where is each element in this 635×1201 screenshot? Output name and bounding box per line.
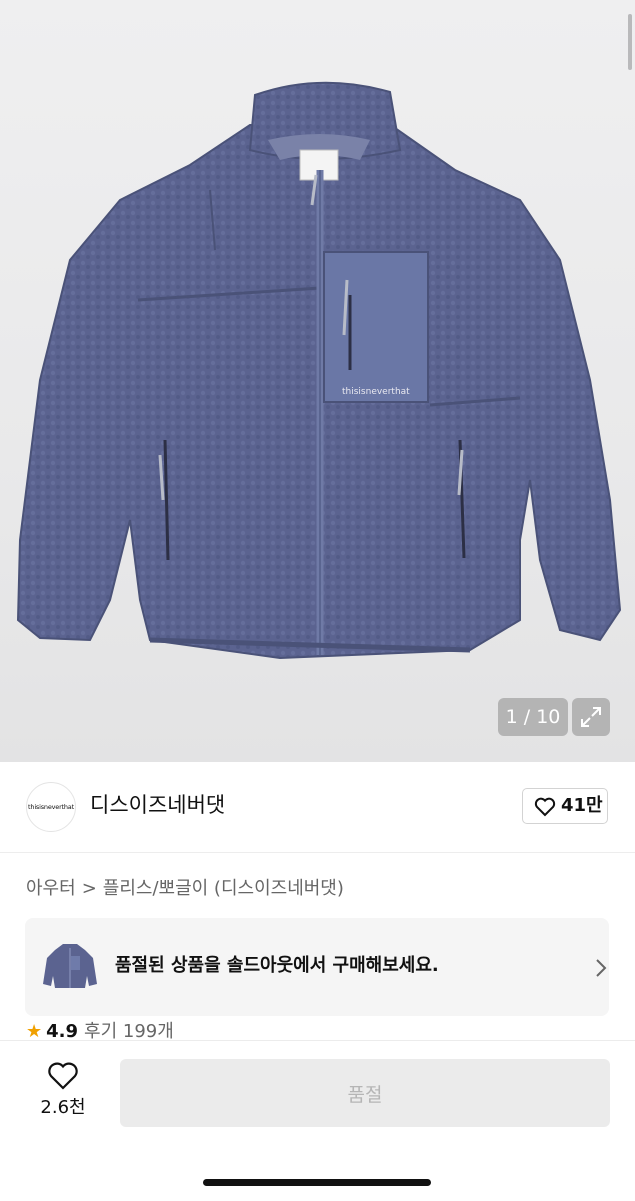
wishlist-count: 2.6천 xyxy=(40,1097,86,1118)
brand-name[interactable]: 디스이즈네버댓 xyxy=(90,790,225,820)
rating-score: 4.9 xyxy=(46,1021,79,1040)
brand-like-count: 41만 xyxy=(561,795,603,816)
heart-outline-icon xyxy=(48,1062,78,1090)
banner-product-thumbnail xyxy=(43,944,97,988)
breadcrumb-separator: > xyxy=(81,878,97,899)
brand-like-button[interactable]: 41만 xyxy=(522,788,608,824)
image-counter: 1 / 10 xyxy=(498,698,568,736)
review-count: 후기 199개 xyxy=(84,1021,174,1040)
jacket-logo-text: thisisneverthat xyxy=(342,387,410,397)
heart-icon xyxy=(534,797,556,817)
expand-image-button[interactable] xyxy=(572,698,610,736)
product-image: thisisneverthat xyxy=(16,81,622,660)
soldout-buy-button[interactable]: 품절 xyxy=(120,1059,610,1127)
wishlist-button[interactable]: 2.6천 xyxy=(28,1061,98,1131)
breadcrumb: 아우터 > 플리스/뽀글이 (디스이즈네버댓) xyxy=(26,876,344,902)
soldout-promo-banner[interactable]: 품절된 상품을 솔드아웃에서 구매해보세요. xyxy=(25,918,609,1016)
home-indicator xyxy=(203,1179,431,1186)
product-image-gallery[interactable]: thisisneverthat 1 / 10 xyxy=(0,0,635,762)
breadcrumb-subcategory[interactable]: 플리스/뽀글이 (디스이즈네버댓) xyxy=(103,878,344,899)
soldout-message: 품절된 상품을 솔드아웃에서 구매해보세요. xyxy=(115,955,439,976)
breadcrumb-category[interactable]: 아우터 xyxy=(26,878,76,899)
star-icon: ★ xyxy=(26,1021,43,1040)
chevron-right-icon xyxy=(596,959,607,977)
scroll-indicator xyxy=(628,14,632,70)
rating-summary[interactable]: ★ 4.9 후기 199개 xyxy=(26,1018,174,1040)
fullscreen-icon xyxy=(581,707,601,727)
brand-avatar[interactable]: thisisneverthat xyxy=(26,782,76,832)
bottom-action-bar: 2.6천 품절 xyxy=(0,1040,635,1201)
seller-section: thisisneverthat 디스이즈네버댓 41만 xyxy=(0,762,635,853)
